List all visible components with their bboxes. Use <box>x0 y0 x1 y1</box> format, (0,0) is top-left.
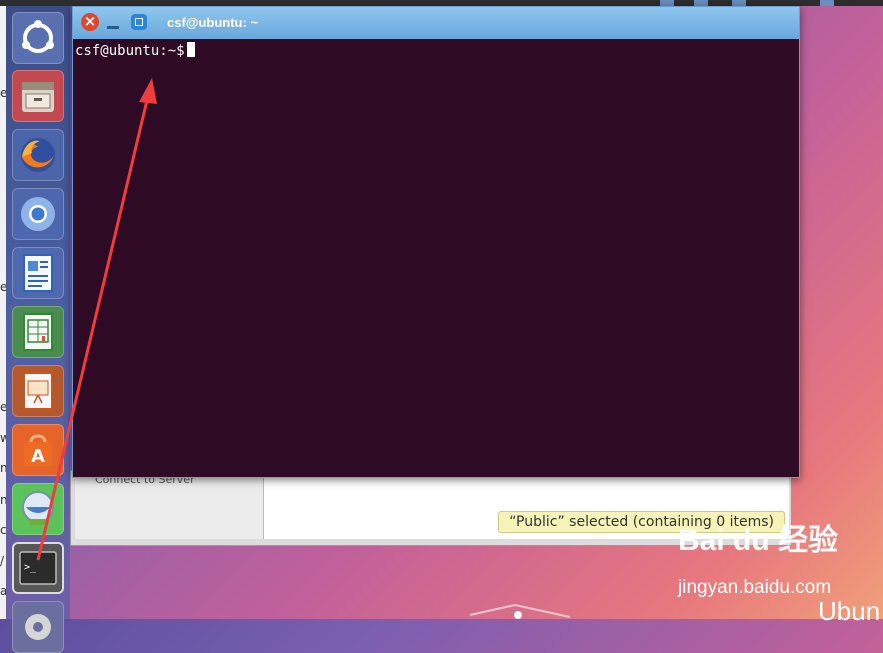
file-cabinet-icon <box>22 82 54 112</box>
terminal-titlebar[interactable]: × csf@ubuntu: ~ <box>73 7 799 39</box>
network-button[interactable] <box>12 483 64 535</box>
calc-spreadsheet-icon <box>23 313 53 351</box>
maximize-icon <box>135 18 143 26</box>
calc-button[interactable] <box>12 306 64 358</box>
watermark-logo: Bai du 经验 <box>678 524 839 557</box>
baidu-watermark: Bai du 经验 jingyan.baidu.com <box>678 515 878 605</box>
terminal-window[interactable]: × csf@ubuntu: ~ csf@ubuntu:~$ <box>72 6 800 478</box>
maximize-button[interactable] <box>131 14 147 30</box>
svg-text:A: A <box>31 446 45 467</box>
svg-text:>_: >_ <box>24 562 37 573</box>
software-center-icon: A <box>24 434 52 467</box>
watermark-url: jingyan.baidu.com <box>678 577 832 598</box>
network-icon <box>22 491 54 525</box>
firefox-button[interactable] <box>12 129 64 181</box>
ubuntu-logo-icon <box>22 20 54 53</box>
chromium-icon <box>21 197 55 231</box>
close-button[interactable]: × <box>81 12 99 31</box>
minimize-icon <box>107 26 119 29</box>
firefox-icon <box>21 138 55 172</box>
terminal-body[interactable]: csf@ubuntu:~$ <box>73 39 799 477</box>
window-title: csf@ubuntu: ~ <box>167 15 259 30</box>
panel-indicator-icon[interactable] <box>820 0 834 6</box>
desktop-decoration <box>469 603 571 619</box>
desktop-wallpaper-text: Ubun <box>818 596 881 626</box>
chromium-button[interactable] <box>12 188 64 240</box>
files-button[interactable] <box>12 70 64 122</box>
edge-text: / <box>0 554 5 568</box>
unity-launcher: A >_ <box>6 6 70 653</box>
impress-button[interactable] <box>12 365 64 417</box>
writer-document-icon <box>23 254 53 292</box>
text-cursor <box>186 42 195 57</box>
terminal-icon: >_ <box>19 551 57 585</box>
settings-button[interactable] <box>12 601 64 653</box>
impress-presentation-icon <box>23 372 53 410</box>
close-icon: × <box>83 12 97 30</box>
terminal-button[interactable]: >_ <box>12 542 64 594</box>
software-center-button[interactable]: A <box>12 424 64 476</box>
shell-prompt: csf@ubuntu:~$ <box>75 43 185 59</box>
dash-button[interactable] <box>12 12 64 64</box>
file-manager-sidebar: Connect to Server <box>75 471 264 539</box>
settings-icon <box>25 614 51 640</box>
writer-button[interactable] <box>12 247 64 299</box>
minimize-button[interactable] <box>107 17 119 29</box>
